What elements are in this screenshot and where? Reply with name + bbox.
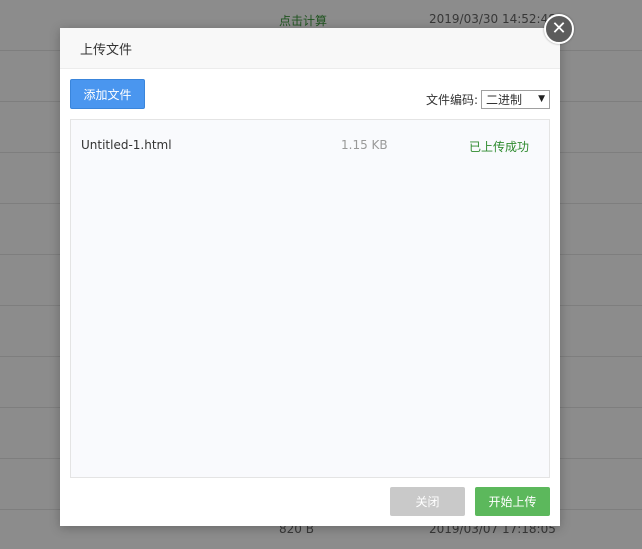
- encoding-label: 文件编码:: [425, 92, 478, 107]
- dialog-footer: 关闭 开始上传: [60, 486, 560, 518]
- close-button[interactable]: 关闭: [390, 487, 465, 516]
- encoding-control: 文件编码: 二进制 ▼: [426, 89, 550, 109]
- start-upload-button[interactable]: 开始上传: [475, 487, 550, 516]
- encoding-value: 二进制: [486, 92, 523, 107]
- close-icon[interactable]: ✕: [544, 14, 574, 44]
- file-name: Untitled-1.html: [81, 138, 172, 152]
- file-list-item: Untitled-1.html 1.15 KB 已上传成功: [71, 134, 549, 158]
- dialog-toolbar: 添加文件 文件编码: 二进制 ▼: [70, 79, 550, 111]
- file-list: Untitled-1.html 1.15 KB 已上传成功: [70, 119, 550, 478]
- dialog-header: 上传文件: [60, 28, 560, 69]
- file-status: 已上传成功: [469, 140, 530, 154]
- dialog-title: 上传文件: [80, 42, 133, 58]
- encoding-select[interactable]: 二进制 ▼: [481, 89, 550, 109]
- upload-dialog: 上传文件 添加文件 文件编码: 二进制 ▼ Untitled-1.html 1.…: [60, 28, 560, 526]
- file-size: 1.15 KB: [341, 138, 388, 152]
- chevron-down-icon: ▼: [538, 94, 545, 104]
- add-file-button[interactable]: 添加文件: [70, 79, 145, 109]
